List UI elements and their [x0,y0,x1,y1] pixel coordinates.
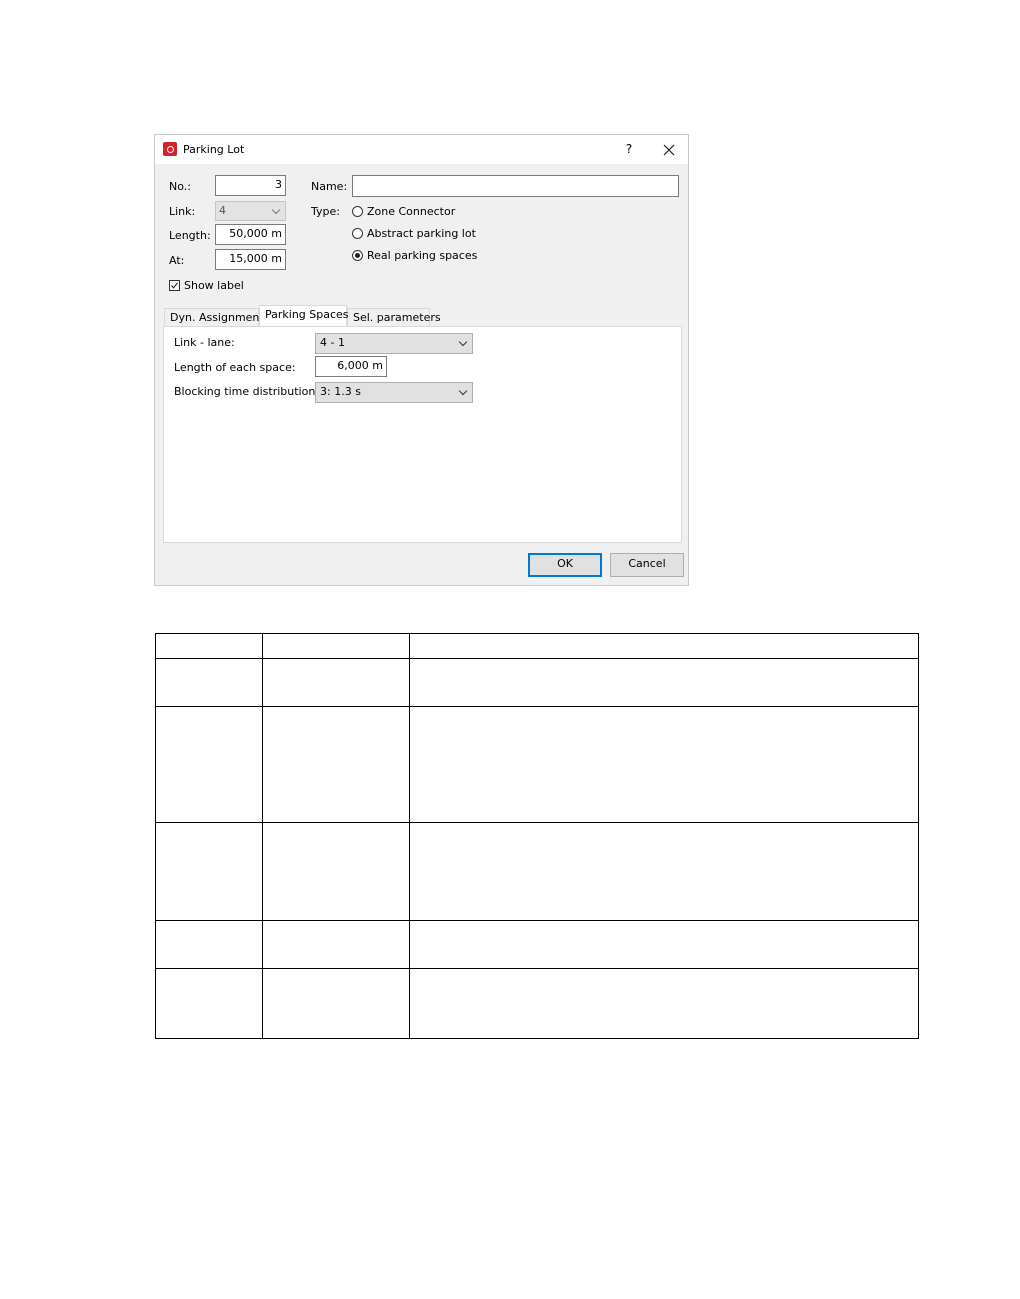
table-cell [262,632,410,660]
length-each-space-label: Length of each space: [174,361,296,374]
dialog-title: Parking Lot [183,143,245,156]
table-cell [409,919,919,969]
name-field[interactable] [352,175,679,197]
table-cell [409,706,919,824]
table-cell [262,706,410,824]
table-cell [155,706,263,824]
radio-zone-connector[interactable] [352,206,363,217]
help-button[interactable]: ? [621,141,637,157]
name-label: Name: [311,180,348,193]
radio-real-parking-spaces-label: Real parking spaces [367,249,478,262]
parking-lot-dialog: Parking Lot ? No.: 3 Link: 4 Length: 50,… [154,134,689,586]
at-field[interactable]: 15,000 m [215,249,286,270]
table-cell [155,632,263,660]
tab-sel-parameters[interactable]: Sel. parameters [347,308,441,326]
radio-real-parking-spaces[interactable] [352,250,363,261]
table-cell [262,919,410,969]
tab-dyn-assignment[interactable]: Dyn. Assignment [164,308,264,326]
table-cell [155,967,263,1040]
parking-spaces-panel: Link - lane: 4 - 1 Length of each space:… [163,326,682,543]
table-cell [262,967,410,1040]
blocking-time-select[interactable]: 3: 1.3 s [315,382,473,403]
title-bar: Parking Lot ? [155,135,688,164]
chevron-down-icon [271,205,281,215]
length-field[interactable]: 50,000 m [215,224,286,245]
table-cell [409,967,919,1040]
blocking-time-value: 3: 1.3 s [320,385,361,398]
radio-abstract-parking-lot-label: Abstract parking lot [367,227,476,240]
blocking-time-label: Blocking time distribution: [174,385,319,398]
link-combo: 4 [215,201,286,221]
link-label: Link: [169,205,196,218]
link-lane-select[interactable]: 4 - 1 [315,333,473,354]
close-icon[interactable] [660,141,678,159]
table-cell [409,822,919,921]
table-cell [155,658,263,708]
no-field[interactable]: 3 [215,175,286,196]
at-label: At: [169,254,185,267]
tab-parking-spaces[interactable]: Parking Spaces [259,305,349,326]
cancel-button[interactable]: Cancel [610,553,684,577]
table-row [155,706,919,824]
show-label-text: Show label [184,279,244,292]
link-value: 4 [219,204,226,217]
length-each-space-field[interactable]: 6,000 m [315,356,387,377]
table-row [155,967,919,1040]
radio-zone-connector-label: Zone Connector [367,205,456,218]
table-cell [262,822,410,921]
table-row [155,822,919,921]
radio-abstract-parking-lot[interactable] [352,228,363,239]
type-label: Type: [311,205,340,218]
chevron-down-icon [458,337,468,347]
ok-button[interactable]: OK [528,553,602,577]
table-cell [409,658,919,708]
table-header-row [155,632,919,660]
chevron-down-icon [458,386,468,396]
table-cell [262,658,410,708]
app-icon [163,142,177,156]
table-cell [155,822,263,921]
table-row [155,919,919,969]
link-lane-label: Link - lane: [174,336,235,349]
show-label-checkbox[interactable] [169,280,180,291]
table-cell [155,919,263,969]
attributes-table [155,632,919,1040]
link-lane-value: 4 - 1 [320,336,345,349]
no-label: No.: [169,180,191,193]
table-row [155,658,919,708]
length-label: Length: [169,229,211,242]
table-cell [409,632,919,660]
